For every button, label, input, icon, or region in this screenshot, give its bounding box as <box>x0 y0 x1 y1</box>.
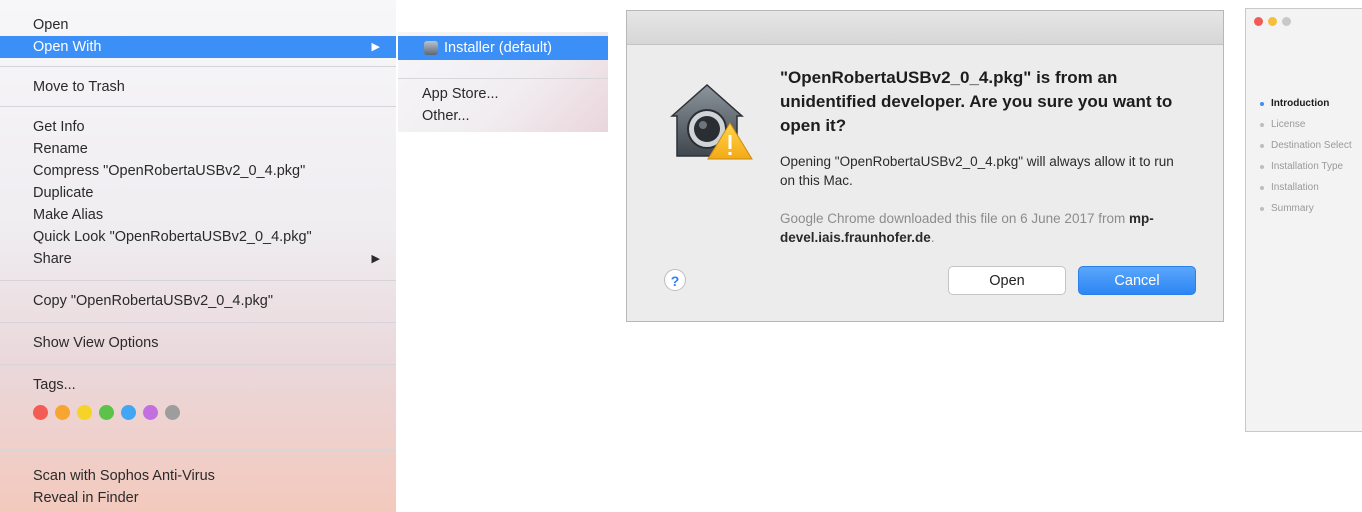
close-window-icon[interactable] <box>1254 17 1263 26</box>
step-dot-icon <box>1260 144 1264 148</box>
tag-yellow-dot[interactable] <box>77 405 92 420</box>
help-button[interactable]: ? <box>664 269 686 291</box>
dialog-message: Opening "OpenRobertaUSBv2_0_4.pkg" will … <box>780 154 1174 188</box>
context-menu: Open Open With ▶ Move to Trash Get Info R… <box>0 0 396 512</box>
menu-item-open[interactable]: Open <box>0 14 396 36</box>
menu-item-get-info[interactable]: Get Info <box>0 116 396 138</box>
tag-green-dot[interactable] <box>99 405 114 420</box>
dialog-title: "OpenRobertaUSBv2_0_4.pkg" is from an un… <box>780 68 1173 135</box>
menu-item-compress[interactable]: Compress "OpenRobertaUSBv2_0_4.pkg" <box>0 160 396 182</box>
open-with-submenu: Installer (default) App Store... Other..… <box>398 32 608 132</box>
submenu-item-installer[interactable]: Installer (default) <box>398 36 608 60</box>
tag-red-dot[interactable] <box>33 405 48 420</box>
menu-item-copy[interactable]: Copy "OpenRobertaUSBv2_0_4.pkg" <box>0 290 396 312</box>
menu-item-rename[interactable]: Rename <box>0 138 396 160</box>
step-dot-icon <box>1260 123 1264 127</box>
step-installation: Installation <box>1260 177 1352 198</box>
tag-blue-dot[interactable] <box>121 405 136 420</box>
menu-item-open-with[interactable]: Open With ▶ <box>0 36 396 58</box>
menu-item-tags[interactable]: Tags... <box>0 374 396 396</box>
installer-app-icon <box>424 41 438 55</box>
download-note: Google Chrome downloaded this file on 6 … <box>780 211 1154 245</box>
step-dot-icon <box>1260 207 1264 211</box>
menu-separator <box>0 106 396 107</box>
menu-separator <box>0 280 396 281</box>
menu-separator <box>0 322 396 323</box>
step-installation-type: Installation Type <box>1260 156 1352 177</box>
dialog-titlebar <box>627 11 1223 45</box>
submenu-arrow-icon: ▶ <box>371 253 380 265</box>
menu-item-duplicate[interactable]: Duplicate <box>0 182 396 204</box>
menu-separator <box>398 78 608 79</box>
security-dialog: "OpenRobertaUSBv2_0_4.pkg" is from an un… <box>626 10 1224 322</box>
step-dot-icon <box>1260 186 1264 190</box>
menu-item-scan-sophos[interactable]: Scan with Sophos Anti-Virus <box>0 465 396 487</box>
step-introduction: Introduction <box>1260 93 1352 114</box>
menu-item-quick-look[interactable]: Quick Look "OpenRobertaUSBv2_0_4.pkg" <box>0 226 396 248</box>
tag-orange-dot[interactable] <box>55 405 70 420</box>
menu-item-show-view-options[interactable]: Show View Options <box>0 332 396 354</box>
menu-separator <box>0 450 396 451</box>
cancel-button[interactable]: Cancel <box>1078 266 1196 295</box>
menu-separator <box>0 364 396 365</box>
menu-item-share[interactable]: Share ▶ <box>0 248 396 270</box>
submenu-arrow-icon: ▶ <box>371 41 380 53</box>
step-license: License <box>1260 114 1352 135</box>
open-button[interactable]: Open <box>948 266 1066 295</box>
submenu-item-other[interactable]: Other... <box>398 104 608 128</box>
step-destination: Destination Select <box>1260 135 1352 156</box>
tag-gray-dot[interactable] <box>165 405 180 420</box>
minimize-window-icon[interactable] <box>1268 17 1277 26</box>
zoom-window-icon[interactable] <box>1282 17 1291 26</box>
tag-purple-dot[interactable] <box>143 405 158 420</box>
installer-window: Introduction License Destination Select … <box>1245 8 1362 432</box>
step-summary: Summary <box>1260 198 1352 219</box>
installer-steps: Introduction License Destination Select … <box>1260 93 1352 219</box>
menu-item-reveal-in-finder[interactable]: Reveal in Finder <box>0 487 396 509</box>
submenu-item-app-store[interactable]: App Store... <box>398 82 608 106</box>
menu-item-make-alias[interactable]: Make Alias <box>0 204 396 226</box>
step-dot-icon <box>1260 165 1264 169</box>
menu-separator <box>0 66 396 67</box>
gatekeeper-warning-icon <box>670 83 753 160</box>
step-dot-icon <box>1260 102 1264 106</box>
menu-item-move-to-trash[interactable]: Move to Trash <box>0 76 396 98</box>
